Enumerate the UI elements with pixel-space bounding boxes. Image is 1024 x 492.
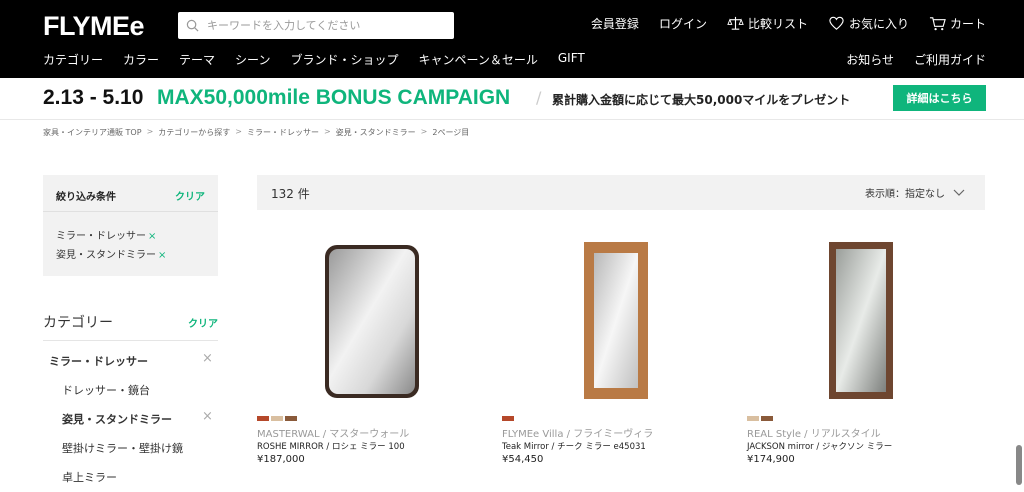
account-links: 会員登録 ログイン 比較リスト お気に入り カート [591,15,986,32]
breadcrumb-separator: > [323,127,331,136]
active-filters-panel: 絞り込み条件 クリア ミラー・ドレッサー × 姿見・スタンドミラー × [43,175,218,276]
product-image[interactable] [747,220,977,410]
results-toolbar: 132 件 表示順：指定なし [257,175,985,210]
utility-nav: お知らせ ご利用ガイド [846,51,986,68]
product-image[interactable] [502,220,732,410]
divider [43,340,218,341]
campaign-divider: / [536,88,542,107]
breadcrumb: 家具・インテリア通販 TOP > カテゴリーから探す > ミラー・ドレッサー >… [43,127,469,138]
category-item-mirror-dresser[interactable]: ミラー・ドレッサー [49,353,148,369]
nav-color[interactable]: カラー [123,51,159,68]
active-filters-header: 絞り込み条件 クリア [43,175,218,212]
chevron-down-icon [953,189,965,196]
login-label: ログイン [658,17,707,31]
filter-chip-stand-mirror[interactable]: 姿見・スタンドミラー × [56,246,166,261]
color-swatch[interactable] [271,416,283,421]
nav-scene[interactable]: シーン [235,51,270,68]
scale-icon [727,16,744,30]
color-swatches [502,416,514,421]
site-logo[interactable]: FLYMEe [43,11,145,42]
search-box[interactable] [178,12,454,39]
campaign-description: 累計購入金額に応じて最大50,000マイルをプレゼント [552,93,851,107]
color-swatch[interactable] [257,416,269,421]
breadcrumb-category[interactable]: カテゴリーから探す [158,127,230,138]
category-section-header: カテゴリー クリア [43,312,218,332]
main-nav: カテゴリー カラー テーマ シーン ブランド・ショップ キャンペーン＆セール G… [43,51,585,68]
search-input[interactable] [207,19,437,32]
compare-link[interactable]: 比較リスト [727,15,808,32]
color-swatch[interactable] [502,416,514,421]
product-name[interactable]: Teak Mirror / チーク ミラー e45031 [502,440,646,452]
nav-guide[interactable]: ご利用ガイド [914,51,986,68]
color-swatch[interactable] [285,416,297,421]
site-header: FLYMEe 会員登録 ログイン 比較リスト お気に入り カート カテゴリー カ… [0,0,1024,78]
category-title: カテゴリー [43,315,113,331]
breadcrumb-mirror-dresser[interactable]: ミラー・ドレッサー [247,127,319,138]
scrollbar[interactable] [1016,445,1022,485]
product-image[interactable] [257,220,487,410]
campaign-banner: 2.13 - 5.10 MAX50,000mile BONUS CAMPAIGN… [0,78,1024,120]
login-link[interactable]: ログイン [659,15,707,32]
nav-campaign-sale[interactable]: キャンペーン＆セール [418,51,537,68]
product-price: ¥174,900 [747,454,795,465]
cart-link[interactable]: カート [929,15,986,32]
product-price: ¥54,450 [502,454,544,465]
product-price: ¥187,000 [257,454,305,465]
color-swatch[interactable] [747,416,759,421]
breadcrumb-home[interactable]: 家具・インテリア通販 TOP [43,127,142,138]
clear-filters-button[interactable]: クリア [175,188,205,203]
nav-brand-shop[interactable]: ブランド・ショップ [290,51,398,68]
nav-gift[interactable]: GIFT [558,51,585,68]
filter-chip-label: 姿見・スタンドミラー [56,250,156,261]
nav-news[interactable]: お知らせ [846,51,894,68]
product-brand[interactable]: FLYMEe Villa / フライミーヴィラ [502,425,653,440]
compare-label: 比較リスト [747,17,808,31]
product-name[interactable]: ROSHE MIRROR / ロシェ ミラー 100 [257,440,405,452]
product-card[interactable]: FLYMEe Villa / フライミーヴィラ Teak Mirror / チー… [502,220,732,490]
search-icon [186,19,199,32]
campaign-details-button[interactable]: 詳細はこちら [893,85,986,111]
nav-category[interactable]: カテゴリー [43,51,103,68]
nav-theme[interactable]: テーマ [179,51,215,68]
category-item-wall-mirror[interactable]: 壁掛けミラー・壁掛け鏡 [62,440,183,456]
breadcrumb-separator: > [235,127,242,136]
close-icon[interactable]: × [202,351,213,366]
close-icon[interactable]: × [202,409,213,424]
color-swatches [747,416,773,421]
cart-label: カート [949,17,986,31]
register-link[interactable]: 会員登録 [591,15,639,32]
campaign-title: MAX50,000mile BONUS CAMPAIGN [157,86,511,109]
color-swatch[interactable] [761,416,773,421]
breadcrumb-stand-mirror[interactable]: 姿見・スタンドミラー [336,127,416,138]
product-card[interactable]: REAL Style / リアルスタイル JACKSON mirror / ジャ… [747,220,977,490]
product-brand[interactable]: MASTERWAL / マスターウォール [257,425,409,440]
product-card[interactable]: MASTERWAL / マスターウォール ROSHE MIRROR / ロシェ … [257,220,487,490]
sort-label: 表示順：指定なし [865,189,945,200]
campaign-dates: 2.13 - 5.10 [43,86,144,109]
remove-icon[interactable]: × [148,231,156,242]
breadcrumb-current-page: 2ページ目 [432,128,470,137]
favorites-label: お気に入り [848,17,909,31]
breadcrumb-separator: > [420,127,428,136]
heart-icon [829,16,844,30]
filter-chip-mirror-dresser[interactable]: ミラー・ドレッサー × [56,227,156,242]
color-swatches [257,416,297,421]
product-name[interactable]: JACKSON mirror / ジャクソン ミラー [747,440,892,452]
category-item-dresser[interactable]: ドレッサー・鏡台 [62,382,150,398]
filter-chip-label: ミラー・ドレッサー [56,231,146,242]
breadcrumb-separator: > [146,127,154,136]
active-filters-title: 絞り込み条件 [56,192,116,203]
category-item-stand-mirror[interactable]: 姿見・スタンドミラー [62,411,172,427]
remove-icon[interactable]: × [158,250,166,261]
result-count: 132 件 [271,187,310,201]
cart-icon [929,17,946,31]
register-label: 会員登録 [590,17,639,31]
favorites-link[interactable]: お気に入り [828,15,909,32]
product-brand[interactable]: REAL Style / リアルスタイル [747,425,881,440]
sort-dropdown[interactable]: 表示順：指定なし [865,185,965,200]
clear-category-button[interactable]: クリア [188,315,218,330]
category-item-table-mirror[interactable]: 卓上ミラー [62,469,117,485]
